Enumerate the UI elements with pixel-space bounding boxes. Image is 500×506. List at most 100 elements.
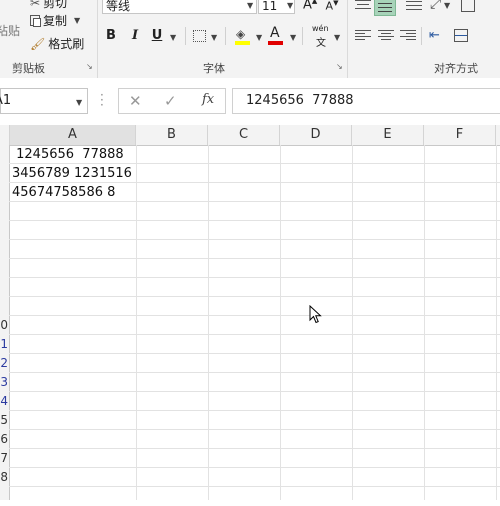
bold-label: B bbox=[106, 28, 116, 43]
column-header-a[interactable]: A bbox=[10, 125, 136, 145]
chevron-down-icon[interactable]: ▼ bbox=[247, 1, 253, 10]
row-header[interactable] bbox=[0, 183, 8, 202]
gridline bbox=[208, 145, 209, 500]
chevron-down-icon[interactable]: ▼ bbox=[444, 1, 450, 10]
column-header-c[interactable]: C bbox=[208, 125, 280, 145]
borders-icon[interactable] bbox=[193, 30, 206, 42]
row-header[interactable] bbox=[0, 145, 8, 164]
row-header[interactable] bbox=[0, 259, 8, 278]
select-all-corner[interactable] bbox=[0, 125, 10, 145]
bold-button[interactable]: B bbox=[104, 28, 118, 43]
align-right-icon[interactable] bbox=[400, 30, 416, 43]
merge-center-icon[interactable] bbox=[454, 29, 468, 42]
column-header-e[interactable]: E bbox=[352, 125, 424, 145]
underline-label: U bbox=[151, 28, 163, 43]
font-color-swatch bbox=[268, 41, 283, 45]
gridline bbox=[9, 239, 500, 240]
row-header[interactable] bbox=[0, 221, 8, 240]
row-header[interactable]: 8 bbox=[0, 468, 8, 487]
orientation-icon[interactable]: ⤢ bbox=[430, 0, 441, 12]
cell-a1[interactable]: 1245656 77888 bbox=[12, 146, 124, 164]
paste-label: 粘贴 bbox=[0, 24, 21, 38]
underline-button[interactable]: U bbox=[150, 28, 164, 43]
italic-button[interactable]: I bbox=[128, 28, 142, 43]
column-header-b[interactable]: B bbox=[136, 125, 208, 145]
drag-handle-icon[interactable]: · · · bbox=[100, 89, 104, 111]
grow-font-label: A bbox=[303, 0, 312, 13]
font-color-button[interactable]: A bbox=[268, 25, 283, 45]
middle-align-button[interactable] bbox=[374, 0, 396, 16]
font-size-value: 11 bbox=[262, 0, 278, 13]
column-header-d[interactable]: D bbox=[280, 125, 352, 145]
chevron-down-icon[interactable]: ▼ bbox=[170, 33, 176, 42]
row-header[interactable]: 2 bbox=[0, 354, 8, 373]
group-divider bbox=[347, 0, 348, 78]
chevron-down-icon[interactable]: ▼ bbox=[211, 33, 217, 42]
cell-a3[interactable]: 45674758586 8 bbox=[12, 184, 115, 202]
gridline bbox=[9, 296, 500, 297]
paste-button[interactable]: 粘贴 bbox=[0, 22, 20, 39]
cell-a2[interactable]: 3456789 1231516 bbox=[12, 165, 132, 183]
cancel-icon[interactable]: ✕ bbox=[129, 92, 142, 110]
row-header[interactable]: 0 bbox=[0, 316, 8, 335]
dialog-launcher-icon[interactable]: ↘ bbox=[336, 63, 345, 72]
gridline bbox=[496, 145, 497, 500]
column-header-f[interactable]: F bbox=[424, 125, 496, 145]
row-header[interactable] bbox=[0, 164, 8, 183]
row-header[interactable]: 3 bbox=[0, 373, 8, 392]
name-box-value: A1 bbox=[0, 93, 12, 108]
insert-function-icon[interactable]: fx bbox=[202, 92, 214, 107]
formula-input[interactable]: 1245656 77888 bbox=[232, 88, 500, 114]
copy-label: 复制 bbox=[43, 14, 68, 28]
copy-icon bbox=[30, 15, 41, 27]
row-header[interactable]: 4 bbox=[0, 392, 8, 411]
gridline bbox=[9, 372, 500, 373]
gridline bbox=[9, 429, 500, 430]
wrap-text-icon[interactable] bbox=[461, 0, 475, 12]
fill-color-button[interactable]: ◈ bbox=[235, 27, 250, 45]
row-header[interactable]: 6 bbox=[0, 430, 8, 449]
gridline bbox=[9, 467, 500, 468]
cut-button[interactable]: ✂ 剪切 bbox=[30, 0, 67, 11]
font-name-select[interactable]: 等线 bbox=[102, 0, 257, 14]
dialog-launcher-icon[interactable]: ↘ bbox=[86, 63, 95, 72]
row-header[interactable] bbox=[0, 240, 8, 259]
row-header[interactable]: 5 bbox=[0, 411, 8, 430]
shrink-font-button[interactable]: A▼ bbox=[325, 0, 339, 13]
row-header[interactable] bbox=[0, 297, 8, 316]
row-header[interactable] bbox=[0, 202, 8, 221]
copy-button[interactable]: 复制 ▼ bbox=[30, 12, 80, 29]
italic-label: I bbox=[131, 28, 139, 43]
row-header[interactable]: 1 bbox=[0, 335, 8, 354]
chevron-down-icon[interactable]: ▼ bbox=[290, 33, 296, 42]
divider bbox=[302, 27, 303, 45]
row-header[interactable] bbox=[0, 278, 8, 297]
column-header-bar: A B C D E F bbox=[0, 125, 500, 146]
gridline bbox=[9, 258, 500, 259]
name-box[interactable]: A1 bbox=[0, 88, 88, 114]
decrease-indent-icon[interactable]: ⇤ bbox=[429, 28, 440, 43]
phonetic-guide-button[interactable]: wén 文 bbox=[311, 24, 333, 49]
phonetic-pinyin-label: wén bbox=[312, 24, 329, 33]
divider bbox=[225, 27, 226, 45]
format-painter-button[interactable]: 🖌 格式刷 bbox=[30, 35, 84, 52]
align-left-icon[interactable] bbox=[355, 30, 371, 43]
enter-icon[interactable]: ✓ bbox=[164, 92, 177, 110]
shrink-font-label: A bbox=[325, 0, 334, 13]
chevron-down-icon[interactable]: ▼ bbox=[287, 1, 293, 10]
scissors-icon: ✂ bbox=[30, 0, 41, 10]
align-center-icon[interactable] bbox=[378, 30, 394, 43]
chevron-down-icon[interactable]: ▼ bbox=[334, 33, 340, 42]
font-color-label: A bbox=[270, 25, 280, 41]
gridline bbox=[9, 486, 500, 487]
bottom-align-icon[interactable] bbox=[406, 0, 422, 12]
chevron-down-icon[interactable]: ▼ bbox=[74, 16, 80, 25]
chevron-down-icon[interactable]: ▼ bbox=[76, 98, 82, 107]
paintbrush-icon: 🖌 bbox=[30, 36, 46, 51]
grow-font-button[interactable]: A▲ bbox=[303, 0, 317, 12]
top-align-icon[interactable] bbox=[355, 0, 371, 12]
row-header[interactable] bbox=[0, 487, 8, 506]
row-header[interactable]: 7 bbox=[0, 449, 8, 468]
chevron-down-icon[interactable]: ▼ bbox=[256, 33, 262, 42]
gridline bbox=[352, 145, 353, 500]
